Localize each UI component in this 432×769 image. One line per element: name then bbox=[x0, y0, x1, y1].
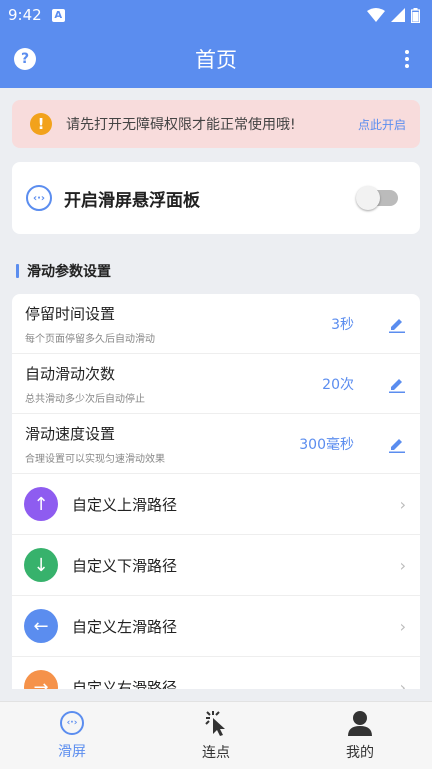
nav-item-profile[interactable]: 我的 bbox=[288, 702, 432, 769]
path-label: 自定义左滑路径 bbox=[72, 617, 178, 636]
section-header: 滑动参数设置 bbox=[16, 262, 432, 280]
path-label: 自定义右滑路径 bbox=[72, 678, 178, 690]
setting-title: 自动滑动次数 bbox=[25, 364, 116, 383]
profile-icon bbox=[348, 710, 372, 736]
alert-message: 请先打开无障碍权限才能正常使用哦! bbox=[66, 117, 296, 133]
path-label: 自定义上滑路径 bbox=[72, 495, 178, 514]
help-icon: ? bbox=[20, 51, 30, 67]
battery-icon bbox=[411, 7, 420, 23]
setting-row-swipe-count[interactable]: 自动滑动次数 总共滑动多少次后自动停止 20次 bbox=[12, 354, 420, 414]
wifi-icon bbox=[367, 8, 385, 22]
nav-item-swipe[interactable]: ‹·› 滑屏 bbox=[0, 702, 144, 769]
tap-icon bbox=[205, 710, 225, 736]
settings-list: 停留时间设置 每个页面停留多久后自动滑动 3秒 自动滑动次数 总共滑动多少次后自… bbox=[12, 294, 420, 689]
setting-title: 停留时间设置 bbox=[25, 304, 116, 323]
float-panel-toggle[interactable] bbox=[356, 186, 398, 210]
setting-value: 20次 bbox=[322, 376, 354, 393]
setting-title: 滑动速度设置 bbox=[25, 424, 116, 443]
path-label: 自定义下滑路径 bbox=[72, 556, 178, 575]
edit-icon[interactable] bbox=[388, 315, 406, 333]
setting-value: 3秒 bbox=[331, 316, 354, 333]
path-row-down[interactable]: ↓ 自定义下滑路径 › bbox=[12, 535, 420, 596]
edit-icon[interactable] bbox=[388, 435, 406, 453]
swipe-icon: ‹·› bbox=[60, 710, 84, 735]
app-bar: ? 首页 bbox=[0, 30, 432, 88]
arrow-up-icon: ↑ bbox=[24, 487, 58, 521]
float-panel-card: ‹·› 开启滑屏悬浮面板 bbox=[12, 162, 420, 234]
chevron-right-icon: › bbox=[399, 677, 406, 690]
setting-row-dwell-time[interactable]: 停留时间设置 每个页面停留多久后自动滑动 3秒 bbox=[12, 294, 420, 354]
setting-subtitle: 合理设置可以实现匀速滑动效果 bbox=[25, 453, 165, 465]
section-title: 滑动参数设置 bbox=[27, 264, 111, 280]
nav-label: 滑屏 bbox=[58, 743, 86, 760]
edit-icon[interactable] bbox=[388, 375, 406, 393]
setting-subtitle: 总共滑动多少次后自动停止 bbox=[25, 393, 145, 405]
enable-permission-link[interactable]: 点此开启 bbox=[358, 116, 406, 133]
nav-label: 连点 bbox=[202, 744, 230, 761]
status-bar: 9:42 A bbox=[0, 0, 432, 30]
path-row-up[interactable]: ↑ 自定义上滑路径 › bbox=[12, 474, 420, 535]
bottom-nav: ‹·› 滑屏 连点 我的 bbox=[0, 701, 432, 769]
chevron-right-icon: › bbox=[399, 555, 406, 575]
setting-row-swipe-speed[interactable]: 滑动速度设置 合理设置可以实现匀速滑动效果 300毫秒 bbox=[12, 414, 420, 474]
float-panel-label: 开启滑屏悬浮面板 bbox=[64, 190, 200, 211]
float-panel-icon: ‹·› bbox=[26, 185, 52, 211]
status-time: 9:42 bbox=[8, 6, 42, 24]
permission-alert: ! 请先打开无障碍权限才能正常使用哦! 点此开启 bbox=[12, 100, 420, 148]
setting-value: 300毫秒 bbox=[299, 436, 354, 453]
chevron-right-icon: › bbox=[399, 616, 406, 636]
nav-item-tap[interactable]: 连点 bbox=[144, 702, 288, 769]
notification-icon: A bbox=[51, 8, 65, 22]
arrow-right-icon: → bbox=[24, 670, 58, 689]
path-row-right[interactable]: → 自定义右滑路径 › bbox=[12, 657, 420, 689]
help-button[interactable]: ? bbox=[14, 48, 36, 70]
arrow-left-icon: ← bbox=[24, 609, 58, 643]
nav-label: 我的 bbox=[346, 744, 374, 761]
path-row-left[interactable]: ← 自定义左滑路径 › bbox=[12, 596, 420, 657]
chevron-right-icon: › bbox=[399, 494, 406, 514]
signal-icon bbox=[391, 8, 405, 22]
section-accent-bar bbox=[16, 264, 19, 278]
warning-icon: ! bbox=[30, 113, 52, 135]
setting-subtitle: 每个页面停留多久后自动滑动 bbox=[25, 333, 155, 345]
page-title: 首页 bbox=[195, 48, 237, 72]
more-menu-button[interactable] bbox=[396, 50, 418, 68]
arrow-down-icon: ↓ bbox=[24, 548, 58, 582]
